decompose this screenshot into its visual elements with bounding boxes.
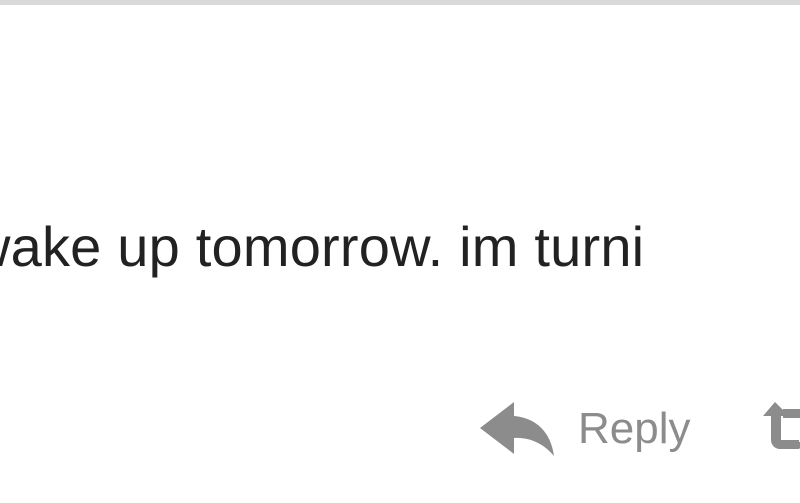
reply-label: Reply (578, 404, 691, 453)
tweet-actions: Reply (478, 394, 800, 464)
reply-button[interactable]: Reply (478, 400, 691, 458)
tweet-text: wake up tomorrow. im turni (0, 215, 645, 278)
top-divider (0, 0, 800, 5)
reply-arrow-icon (480, 402, 554, 456)
tweet-card: wake up tomorrow. im turni Reply (0, 0, 800, 503)
retweet-icon[interactable] (761, 400, 800, 458)
